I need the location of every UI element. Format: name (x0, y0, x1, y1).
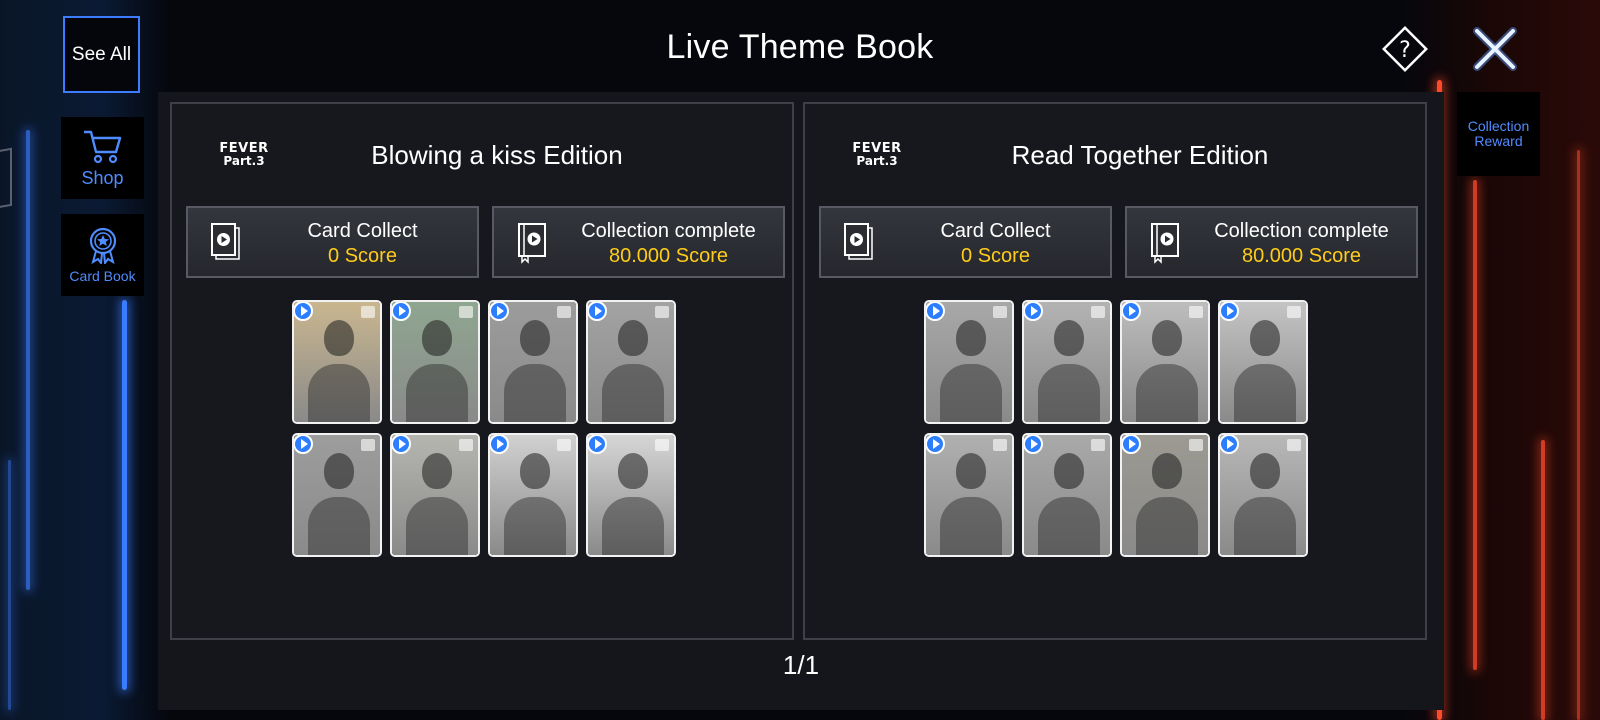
svg-text:?: ? (1399, 38, 1411, 63)
page-indicator: 1/1 (782, 650, 820, 680)
photo-card[interactable] (586, 300, 676, 424)
cart-icon (83, 130, 121, 164)
book-play-icon (518, 223, 546, 264)
neon-light (26, 130, 30, 590)
play-icon[interactable] (1024, 435, 1043, 454)
card-collect-score: 0 Score (328, 245, 397, 267)
card-tag-icon (361, 306, 375, 318)
play-icon[interactable] (490, 435, 509, 454)
photo-card[interactable] (1022, 300, 1112, 424)
badge-star-icon (89, 227, 116, 264)
book-play-icon (1151, 223, 1179, 264)
shop-label: Shop (81, 168, 124, 188)
play-icon[interactable] (926, 435, 945, 454)
photo-card[interactable] (292, 433, 382, 557)
play-icon[interactable] (294, 435, 313, 454)
card-grid (292, 300, 692, 557)
photo-card[interactable] (390, 433, 480, 557)
play-icon[interactable] (588, 435, 607, 454)
photo-card[interactable] (488, 300, 578, 424)
play-icon[interactable] (392, 302, 411, 321)
photo-card[interactable] (924, 300, 1014, 424)
card-tag-icon (655, 439, 669, 451)
collection-complete-box: Collection complete 80.000 Score (1125, 206, 1418, 278)
card-book-button[interactable]: Card Book (61, 214, 144, 296)
play-icon[interactable] (926, 302, 945, 321)
card-tag-icon (361, 439, 375, 451)
help-button[interactable]: ? (1380, 24, 1430, 74)
card-collect-box: Card Collect 0 Score (819, 206, 1112, 278)
fever-logo: FEVER Part.3 (852, 141, 902, 168)
card-tag-icon (1287, 439, 1301, 451)
edition-title: Blowing a kiss Edition (371, 140, 623, 170)
card-play-icon (211, 223, 240, 260)
collection-reward-button[interactable]: Collection Reward (1457, 92, 1540, 176)
card-tag-icon (1091, 439, 1105, 451)
play-icon[interactable] (1122, 435, 1141, 454)
card-collect-score: 0 Score (961, 245, 1030, 267)
card-collect-label: Card Collect (307, 220, 418, 242)
card-tag-icon (1091, 306, 1105, 318)
photo-card[interactable] (488, 433, 578, 557)
card-tag-icon (1189, 439, 1203, 451)
collection-reward-label: Collection Reward (1467, 118, 1530, 149)
collection-complete-score: 80.000 Score (1242, 245, 1361, 267)
play-icon[interactable] (1024, 302, 1043, 321)
play-icon[interactable] (490, 302, 509, 321)
hexagon-edge (0, 147, 12, 211)
collection-complete-score: 80.000 Score (609, 245, 728, 267)
card-tag-icon (557, 439, 571, 451)
edition-card: FEVER Part.3 Blowing a kiss Edition Card… (170, 102, 794, 640)
photo-card[interactable] (586, 433, 676, 557)
photo-card[interactable] (1218, 300, 1308, 424)
photo-card[interactable] (292, 300, 382, 424)
close-x-icon (1473, 27, 1517, 71)
neon-light (1473, 180, 1477, 670)
play-icon[interactable] (1122, 302, 1141, 321)
card-grid (924, 300, 1324, 557)
photo-card[interactable] (1022, 433, 1112, 557)
collection-complete-label: Collection complete (581, 220, 756, 242)
fever-logo: FEVER Part.3 (219, 141, 269, 168)
card-tag-icon (1189, 306, 1203, 318)
card-collect-box: Card Collect 0 Score (186, 206, 479, 278)
card-tag-icon (1287, 306, 1301, 318)
card-tag-icon (993, 439, 1007, 451)
shop-button[interactable]: Shop (61, 117, 144, 199)
card-tag-icon (459, 306, 473, 318)
photo-card[interactable] (390, 300, 480, 424)
card-tag-icon (993, 306, 1007, 318)
neon-light (8, 460, 11, 710)
play-icon[interactable] (294, 302, 313, 321)
play-icon[interactable] (588, 302, 607, 321)
card-tag-icon (557, 306, 571, 318)
edition-card: FEVER Part.3 Read Together Edition Card … (803, 102, 1427, 640)
play-icon[interactable] (1220, 302, 1239, 321)
photo-card[interactable] (1120, 433, 1210, 557)
edition-title: Read Together Edition (1011, 140, 1269, 170)
card-tag-icon (459, 439, 473, 451)
card-tag-icon (655, 306, 669, 318)
collection-complete-box: Collection complete 80.000 Score (492, 206, 785, 278)
photo-card[interactable] (1218, 433, 1308, 557)
card-play-icon (844, 223, 873, 260)
play-icon[interactable] (1220, 435, 1239, 454)
collection-complete-label: Collection complete (1214, 220, 1389, 242)
card-book-label: Card Book (69, 268, 136, 284)
neon-light (1577, 150, 1580, 720)
question-diamond-icon: ? (1382, 26, 1428, 72)
photo-card[interactable] (924, 433, 1014, 557)
play-icon[interactable] (392, 435, 411, 454)
card-collect-label: Card Collect (940, 220, 1051, 242)
theme-book-panel: FEVER Part.3 Blowing a kiss Edition Card… (158, 92, 1444, 710)
photo-card[interactable] (1120, 300, 1210, 424)
close-button[interactable] (1472, 26, 1518, 72)
page-title: Live Theme Book (666, 28, 934, 66)
neon-light (122, 300, 127, 690)
neon-light (1541, 440, 1545, 720)
